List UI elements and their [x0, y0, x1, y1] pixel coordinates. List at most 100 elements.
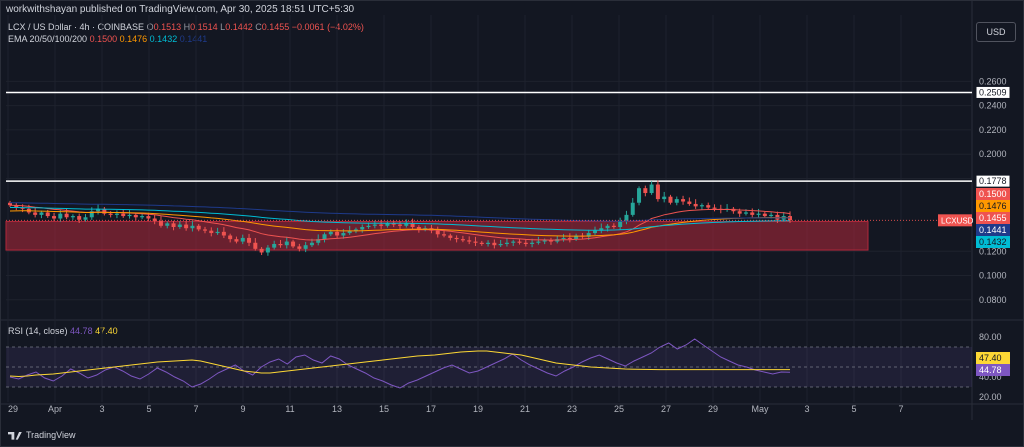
candle-body[interactable] [303, 245, 308, 249]
candle-body[interactable] [681, 199, 686, 202]
candle-body[interactable] [146, 216, 151, 219]
candle-body[interactable] [52, 216, 57, 219]
support-zone[interactable] [5, 221, 869, 251]
time-tick-label: May [751, 404, 769, 414]
candle-body[interactable] [70, 216, 75, 218]
candle-body[interactable] [649, 184, 654, 194]
candle-body[interactable] [517, 241, 522, 243]
candle-body[interactable] [567, 237, 572, 240]
candle-body[interactable] [637, 188, 642, 203]
candle-body[interactable] [171, 223, 176, 227]
candle-body[interactable] [127, 214, 132, 217]
candle-body[interactable] [630, 202, 635, 215]
candle-body[interactable] [687, 201, 692, 204]
candle-body[interactable] [498, 243, 503, 246]
candle-body[interactable] [215, 231, 220, 234]
candle-body[interactable] [253, 242, 258, 249]
chart-canvas[interactable]: 0.26000.24000.22000.20000.18000.12000.10… [0, 0, 1024, 447]
candle-body[interactable] [33, 212, 38, 215]
candle-body[interactable] [234, 239, 239, 242]
candle-body[interactable] [536, 241, 541, 243]
candle-body[interactable] [165, 223, 170, 226]
candle-body[interactable] [64, 213, 69, 218]
candle-body[interactable] [221, 231, 226, 236]
candle-body[interactable] [611, 225, 616, 227]
candle-body[interactable] [158, 220, 163, 226]
candle-body[interactable] [743, 212, 748, 214]
candle-body[interactable] [284, 241, 289, 246]
candle-body[interactable] [190, 225, 195, 229]
candle-body[interactable] [605, 225, 610, 229]
candle-body[interactable] [655, 184, 660, 200]
candle-body[interactable] [479, 242, 484, 244]
candle-body[interactable] [328, 231, 333, 235]
candle-body[interactable] [203, 229, 207, 231]
candle-body[interactable] [398, 224, 402, 226]
candle-body[interactable] [542, 240, 547, 242]
candle-body[interactable] [643, 188, 648, 194]
candle-body[interactable] [492, 242, 497, 246]
candle-body[interactable] [366, 225, 371, 227]
candle-body[interactable] [322, 234, 327, 240]
candle-body[interactable] [442, 234, 447, 236]
candle-body[interactable] [196, 225, 201, 230]
candle-body[interactable] [762, 213, 767, 217]
candle-body[interactable] [530, 242, 535, 244]
candle-body[interactable] [467, 240, 472, 242]
candle-body[interactable] [77, 216, 82, 220]
candle-body[interactable] [662, 196, 667, 200]
ema200-line[interactable] [10, 202, 790, 222]
candle-body[interactable] [114, 213, 119, 215]
candle-body[interactable] [473, 241, 478, 243]
level-price-label: 0.2509 [979, 87, 1007, 97]
candle-body[interactable] [372, 224, 377, 226]
candle-body[interactable] [39, 212, 44, 215]
candle-body[interactable] [272, 243, 277, 248]
candle-body[interactable] [511, 241, 516, 243]
candle-body[interactable] [341, 233, 346, 236]
candle-body[interactable] [448, 235, 453, 238]
candle-body[interactable] [712, 207, 717, 209]
candle-body[interactable] [504, 242, 509, 244]
candle-body[interactable] [177, 224, 182, 227]
candle-body[interactable] [593, 230, 597, 234]
candle-body[interactable] [454, 237, 459, 240]
candle-body[interactable] [184, 224, 189, 229]
candle-body[interactable] [259, 248, 264, 253]
candle-body[interactable] [335, 231, 340, 236]
candle-body[interactable] [693, 203, 698, 207]
candle-body[interactable] [674, 199, 679, 203]
candle-body[interactable] [385, 223, 390, 226]
candle-body[interactable] [486, 242, 491, 244]
candle-body[interactable] [58, 213, 63, 219]
candle-body[interactable] [750, 212, 755, 215]
candle-body[interactable] [706, 205, 711, 208]
candle-body[interactable] [265, 247, 270, 253]
candle-body[interactable] [108, 213, 113, 215]
candle-body[interactable] [360, 227, 365, 230]
candle-body[interactable] [291, 241, 296, 247]
candle-body[interactable] [45, 212, 50, 217]
candle-body[interactable] [228, 235, 233, 240]
candle-body[interactable] [297, 246, 302, 249]
candle-body[interactable] [618, 220, 623, 227]
candle-body[interactable] [756, 213, 761, 215]
candle-body[interactable] [247, 237, 252, 243]
candle-body[interactable] [83, 217, 88, 220]
candle-body[interactable] [278, 243, 283, 246]
candle-body[interactable] [133, 214, 138, 218]
candle-body[interactable] [668, 196, 673, 203]
candle-body[interactable] [309, 242, 314, 246]
candle-body[interactable] [737, 211, 742, 214]
candle-body[interactable] [209, 230, 214, 234]
candle-body[interactable] [379, 224, 384, 226]
candle-body[interactable] [140, 216, 145, 218]
candle-body[interactable] [769, 214, 774, 217]
candle-body[interactable] [699, 205, 704, 207]
candle-body[interactable] [435, 230, 440, 235]
candle-body[interactable] [523, 242, 528, 244]
candle-body[interactable] [460, 239, 465, 241]
candle-body[interactable] [561, 237, 566, 240]
candle-body[interactable] [240, 237, 245, 242]
candle-body[interactable] [121, 213, 126, 217]
